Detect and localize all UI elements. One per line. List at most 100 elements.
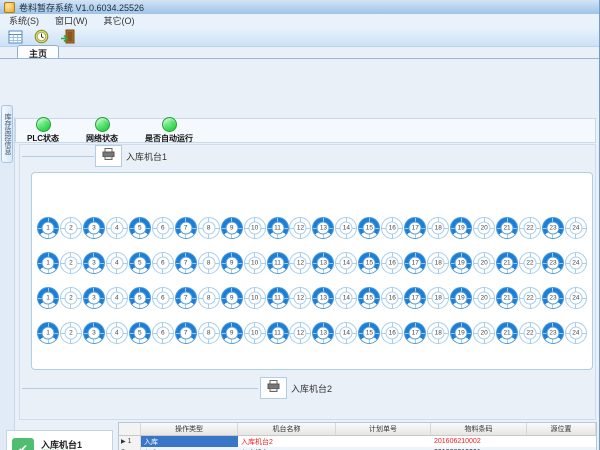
reel-r1-n7: 7 xyxy=(175,217,197,239)
reel-number: 5 xyxy=(133,222,146,235)
reel-row-4: 123456789101112131415161718192021222324 xyxy=(37,322,587,344)
reel-r3-n11: 11 xyxy=(267,287,289,309)
table-row-1[interactable]: ▶1入库入库机台2 201606210002 xyxy=(119,436,596,447)
reel-number: 8 xyxy=(202,292,215,305)
reel-number: 13 xyxy=(317,222,330,235)
reel-r3-n1: 1 xyxy=(37,287,59,309)
reel-r2-n12: 12 xyxy=(289,252,311,274)
reel-number: 2 xyxy=(64,257,77,270)
reel-number: 7 xyxy=(179,257,192,270)
reel-r4-n4: 4 xyxy=(106,322,128,344)
reel-r4-n22: 22 xyxy=(519,322,541,344)
status-indicator-1: PLC状态 xyxy=(27,117,59,144)
reel-r2-n15: 15 xyxy=(358,252,380,274)
reel-r2-n19: 19 xyxy=(450,252,472,274)
table-cell[interactable]: 201606210002 xyxy=(431,436,527,447)
machine1-title: 入库机台1 xyxy=(126,150,167,163)
reel-r1-n23: 23 xyxy=(542,217,564,239)
reel-number: 22 xyxy=(524,327,537,340)
reel-number: 13 xyxy=(317,327,330,340)
menu-window[interactable]: 窗口(W) xyxy=(55,14,88,27)
table-cell[interactable] xyxy=(527,436,596,447)
machine2-print-button[interactable] xyxy=(260,377,287,399)
machine2-header-line xyxy=(22,388,258,389)
reel-number: 21 xyxy=(501,327,514,340)
reel-r3-n17: 17 xyxy=(404,287,426,309)
reel-r1-n12: 12 xyxy=(289,217,311,239)
reel-number: 4 xyxy=(110,327,123,340)
reel-number: 2 xyxy=(64,327,77,340)
column-header-1[interactable]: 操作类型 xyxy=(141,423,238,435)
machine1-header-line xyxy=(22,156,94,157)
row-selector[interactable]: ▶1 xyxy=(119,436,141,447)
reel-number: 6 xyxy=(156,222,169,235)
reel-number: 17 xyxy=(409,257,422,270)
status-indicator-3: 是否自动运行 xyxy=(145,117,193,144)
column-header-2[interactable]: 机台名称 xyxy=(238,423,336,435)
reel-r2-n5: 5 xyxy=(129,252,151,274)
column-header-3[interactable]: 计划单号 xyxy=(336,423,431,435)
reel-r4-n24: 24 xyxy=(565,322,587,344)
clock-icon[interactable] xyxy=(33,28,50,45)
reel-number: 12 xyxy=(294,257,307,270)
reel-r3-n7: 7 xyxy=(175,287,197,309)
reel-r1-n16: 16 xyxy=(381,217,403,239)
reel-number: 20 xyxy=(478,327,491,340)
reel-number: 18 xyxy=(432,327,445,340)
sidebar-vertical-tab[interactable]: 库存监控信息 xyxy=(1,105,13,163)
column-header-4[interactable]: 物料条码 xyxy=(431,423,527,435)
menu-other[interactable]: 其它(O) xyxy=(104,14,135,27)
reel-number: 23 xyxy=(546,327,559,340)
printer-icon xyxy=(267,379,280,397)
reel-r1-n5: 5 xyxy=(129,217,151,239)
reel-r3-n3: 3 xyxy=(83,287,105,309)
exit-door-icon[interactable] xyxy=(59,28,76,45)
menu-system[interactable]: 系统(S) xyxy=(9,14,39,27)
machine1-print-button[interactable] xyxy=(95,145,122,167)
reel-number: 10 xyxy=(248,257,261,270)
reel-number: 7 xyxy=(179,292,192,305)
reel-number: 20 xyxy=(478,292,491,305)
column-header-5[interactable]: 源位置 xyxy=(527,423,596,435)
status-label: PLC状态 xyxy=(27,133,59,144)
reel-number: 8 xyxy=(202,257,215,270)
reel-number: 11 xyxy=(271,257,284,270)
reel-r4-n3: 3 xyxy=(83,322,105,344)
table-cell[interactable]: 入库 xyxy=(141,436,238,447)
table-cell[interactable]: 入库机台2 xyxy=(238,436,336,447)
reel-number: 5 xyxy=(133,292,146,305)
reel-number: 10 xyxy=(248,327,261,340)
status-label: 网络状态 xyxy=(86,133,118,144)
reel-number: 15 xyxy=(363,222,376,235)
reel-number: 19 xyxy=(455,222,468,235)
reel-r4-n15: 15 xyxy=(358,322,380,344)
reel-r1-n13: 13 xyxy=(312,217,334,239)
reel-number: 23 xyxy=(546,292,559,305)
tab-home[interactable]: 主页 xyxy=(17,45,59,58)
reel-number: 24 xyxy=(569,257,582,270)
reel-number: 9 xyxy=(225,292,238,305)
reel-r4-n13: 13 xyxy=(312,322,334,344)
reel-number: 22 xyxy=(524,257,537,270)
table-cell[interactable] xyxy=(336,436,431,447)
reel-number: 3 xyxy=(87,292,100,305)
reel-r1-n18: 18 xyxy=(427,217,449,239)
reel-r2-n17: 17 xyxy=(404,252,426,274)
reel-r3-n10: 10 xyxy=(244,287,266,309)
card-title: 入库机台1 xyxy=(41,440,82,450)
reel-number: 24 xyxy=(569,222,582,235)
reel-number: 3 xyxy=(87,327,100,340)
titlebar: 卷料暂存系统 V1.0.6034.25526 xyxy=(0,0,599,15)
reel-r1-n3: 3 xyxy=(83,217,105,239)
reel-r1-n6: 6 xyxy=(152,217,174,239)
reel-number: 18 xyxy=(432,292,445,305)
reel-r2-n4: 4 xyxy=(106,252,128,274)
reel-number: 3 xyxy=(87,222,100,235)
calendar-icon[interactable] xyxy=(7,28,24,45)
reel-number: 14 xyxy=(340,257,353,270)
selected-row-arrow-icon: ▶ xyxy=(121,438,126,445)
reel-r2-n8: 8 xyxy=(198,252,220,274)
reel-number: 14 xyxy=(340,327,353,340)
reel-number: 2 xyxy=(64,222,77,235)
status-indicator-panel: PLC状态 网络状态 是否自动运行 xyxy=(15,118,596,143)
